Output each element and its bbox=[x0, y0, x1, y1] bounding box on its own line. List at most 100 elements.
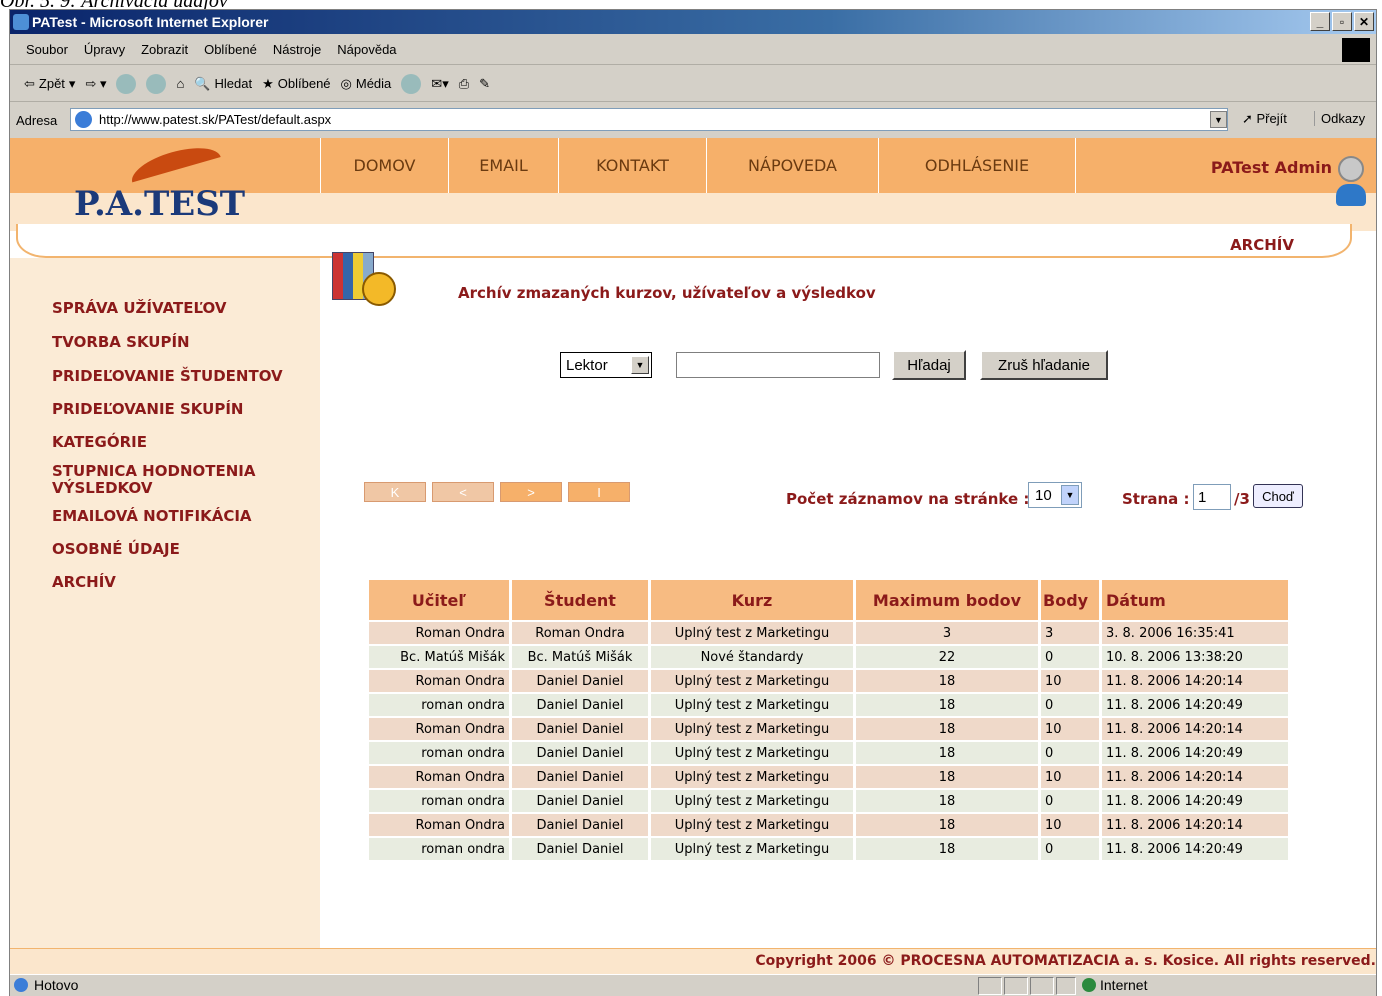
forward-button[interactable]: ⇨ ▾ bbox=[85, 76, 106, 92]
pager-first-button[interactable]: K bbox=[364, 482, 426, 502]
column-header[interactable]: Dátum bbox=[1102, 580, 1288, 620]
menu-edit[interactable]: Úpravy bbox=[84, 42, 125, 57]
table-cell: Uplný test z Marketingu bbox=[651, 838, 853, 860]
table-cell: Roman Ondra bbox=[369, 622, 509, 644]
table-row: roman ondra Daniel Daniel Uplný test z Mar… bbox=[369, 790, 1288, 812]
nav-contact[interactable]: KONTAKT bbox=[558, 138, 706, 193]
table-row: Roman Ondra Daniel Daniel Uplný test z Mar… bbox=[369, 766, 1288, 788]
table-cell: 10 bbox=[1041, 718, 1099, 740]
search-button[interactable]: 🔍 Hledat bbox=[194, 76, 252, 92]
clear-search-button[interactable]: Zruš hľadanie bbox=[980, 350, 1108, 380]
back-arrow-icon: ⇦ bbox=[24, 75, 35, 91]
table-row: Roman Ondra Daniel Daniel Uplný test z Mar… bbox=[369, 670, 1288, 692]
maximize-button[interactable]: ▫ bbox=[1332, 12, 1352, 31]
edit-icon[interactable]: ✎ bbox=[479, 76, 490, 92]
close-button[interactable]: ✕ bbox=[1354, 12, 1374, 31]
table-header-row: Učiteľ Študent Kurz Maximum bodov Body D… bbox=[369, 580, 1288, 620]
table-cell: Uplný test z Marketingu bbox=[651, 622, 853, 644]
table-cell: 22 bbox=[856, 646, 1038, 668]
go-to-page-button[interactable]: Choď bbox=[1253, 484, 1303, 508]
table-cell: Daniel Daniel bbox=[512, 742, 648, 764]
search-icon: 🔍 bbox=[194, 75, 211, 91]
main-nav: DOMOV EMAIL KONTAKT NÁPOVEDA ODHLÁSENIE bbox=[320, 138, 1076, 193]
favorites-button[interactable]: ★ Oblíbené bbox=[262, 76, 330, 92]
sidebar-item-personal-data[interactable]: OSOBNÉ ÚDAJE bbox=[52, 541, 180, 558]
menu-file[interactable]: Soubor bbox=[26, 42, 68, 57]
mail-icon[interactable]: ✉▾ bbox=[431, 76, 448, 92]
menu-view[interactable]: Zobrazit bbox=[141, 42, 188, 57]
nav-help[interactable]: NÁPOVEDA bbox=[706, 138, 878, 193]
per-page-select[interactable]: 10 ▼ bbox=[1028, 482, 1082, 508]
table-cell: 0 bbox=[1041, 742, 1099, 764]
table-row: roman ondra Daniel Daniel Uplný test z Mar… bbox=[369, 694, 1288, 716]
column-header[interactable]: Kurz bbox=[651, 580, 853, 620]
back-button[interactable]: ⇦ Zpět ▾ bbox=[24, 76, 75, 92]
site-logo[interactable]: P.A.TEST bbox=[74, 184, 245, 224]
minimize-button[interactable]: _ bbox=[1310, 12, 1330, 31]
search-input[interactable] bbox=[676, 352, 880, 378]
windows-logo-icon bbox=[1342, 38, 1370, 62]
table-cell: 10 bbox=[1041, 814, 1099, 836]
menu-help[interactable]: Nápověda bbox=[337, 42, 396, 57]
chevron-down-icon[interactable]: ▼ bbox=[1061, 485, 1079, 505]
media-button[interactable]: ◎ Média bbox=[341, 76, 392, 92]
page-heading: Archív zmazaných kurzov, užívateľov a vý… bbox=[458, 284, 876, 302]
page-icon bbox=[75, 111, 92, 128]
section-title: ARCHÍV bbox=[1230, 236, 1294, 254]
table-cell: Roman Ondra bbox=[512, 622, 648, 644]
column-header[interactable]: Učiteľ bbox=[369, 580, 509, 620]
sidebar-item-assign-groups[interactable]: PRIDEĽOVANIE SKUPÍN bbox=[52, 401, 243, 418]
sidebar-item-email-notification[interactable]: EMAILOVÁ NOTIFIKÁCIA bbox=[52, 508, 252, 525]
nav-email[interactable]: EMAIL bbox=[448, 138, 558, 193]
page-number-input[interactable]: 1 bbox=[1193, 484, 1231, 510]
menu-tools[interactable]: Nástroje bbox=[273, 42, 321, 57]
nav-logout[interactable]: ODHLÁSENIE bbox=[878, 138, 1076, 193]
table-row: roman ondra Daniel Daniel Uplný test z Mar… bbox=[369, 742, 1288, 764]
address-bar: Adresa http://www.patest.sk/PATest/defau… bbox=[10, 103, 1376, 137]
table-cell: 18 bbox=[856, 670, 1038, 692]
table-cell: 11. 8. 2006 14:20:49 bbox=[1102, 742, 1288, 764]
table-cell: Daniel Daniel bbox=[512, 694, 648, 716]
ie-icon bbox=[13, 14, 29, 30]
table-cell: Uplný test z Marketingu bbox=[651, 718, 853, 740]
chevron-down-icon[interactable]: ▼ bbox=[631, 356, 649, 374]
print-icon[interactable]: ⎙ bbox=[459, 76, 469, 92]
history-icon[interactable] bbox=[401, 73, 422, 94]
sidebar-item-archive[interactable]: ARCHÍV bbox=[52, 574, 116, 591]
search-button[interactable]: Hľadaj bbox=[892, 350, 966, 380]
address-input[interactable]: http://www.patest.sk/PATest/default.aspx… bbox=[70, 108, 1228, 131]
nav-home[interactable]: DOMOV bbox=[320, 138, 448, 193]
home-icon[interactable]: ⌂ bbox=[176, 76, 184, 91]
table-cell: 3 bbox=[856, 622, 1038, 644]
column-header[interactable]: Body bbox=[1041, 580, 1099, 620]
copyright-text: Copyright 2006 © PROCESNA AUTOMATIZACIA … bbox=[755, 953, 1376, 969]
pager-next-button[interactable]: > bbox=[500, 482, 562, 502]
address-dropdown-icon[interactable]: ▼ bbox=[1210, 111, 1227, 128]
menu-favorites[interactable]: Oblíbené bbox=[204, 42, 257, 57]
sidebar-item-assign-students[interactable]: PRIDEĽOVANIE ŠTUDENTOV bbox=[52, 368, 283, 385]
archive-lock-icon bbox=[332, 246, 396, 310]
sidebar-item-groups[interactable]: TVORBA SKUPÍN bbox=[52, 334, 190, 351]
column-header[interactable]: Maximum bodov bbox=[856, 580, 1038, 620]
sidebar-item-users[interactable]: SPRÁVA UŽÍVATEĽOV bbox=[52, 300, 227, 317]
table-cell: 11. 8. 2006 14:20:49 bbox=[1102, 838, 1288, 860]
go-button[interactable]: ➚ Přejít bbox=[1242, 111, 1287, 127]
sidebar-item-grading-scale[interactable]: STUPNICA HODNOTENIA VÝSLEDKOV bbox=[52, 463, 282, 497]
stop-icon[interactable] bbox=[116, 73, 137, 94]
table-cell: Roman Ondra bbox=[369, 766, 509, 788]
table-cell: Nové štandardy bbox=[651, 646, 853, 668]
table-cell: Daniel Daniel bbox=[512, 718, 648, 740]
column-header[interactable]: Študent bbox=[512, 580, 648, 620]
table-cell: 0 bbox=[1041, 694, 1099, 716]
search-field-select[interactable]: Lektor ▼ bbox=[560, 352, 652, 378]
web-page: P.A.TEST DOMOV EMAIL KONTAKT NÁPOVEDA OD… bbox=[10, 138, 1376, 974]
table-cell: Uplný test z Marketingu bbox=[651, 814, 853, 836]
address-label: Adresa bbox=[16, 112, 58, 128]
refresh-icon[interactable] bbox=[146, 73, 167, 94]
links-button[interactable]: Odkazy bbox=[1314, 111, 1365, 126]
pager-last-button[interactable]: I bbox=[568, 482, 630, 502]
table-cell: Daniel Daniel bbox=[512, 790, 648, 812]
pager-prev-button[interactable]: < bbox=[432, 482, 494, 502]
forward-arrow-icon: ⇨ ▾ bbox=[85, 75, 107, 91]
sidebar-item-categories[interactable]: KATEGÓRIE bbox=[52, 434, 147, 451]
